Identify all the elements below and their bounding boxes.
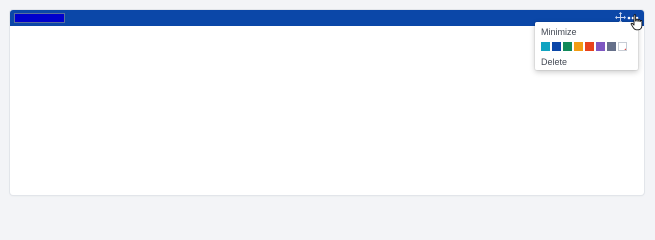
menu-item-minimize[interactable]: Minimize bbox=[541, 27, 577, 37]
color-swatch-teal[interactable] bbox=[541, 42, 550, 51]
color-swatch-orange[interactable] bbox=[574, 42, 583, 51]
color-swatch-green[interactable] bbox=[563, 42, 572, 51]
color-swatch-red-orange[interactable] bbox=[585, 42, 594, 51]
color-swatch-purple[interactable] bbox=[596, 42, 605, 51]
widget-title-input[interactable] bbox=[14, 13, 65, 23]
no-color-slash-icon bbox=[624, 48, 626, 50]
widget-options-menu: Minimize Delete bbox=[535, 22, 638, 70]
menu-item-delete[interactable]: Delete bbox=[541, 57, 567, 67]
color-swatch-none[interactable] bbox=[618, 42, 627, 51]
hand-pointer-icon bbox=[630, 14, 643, 31]
color-swatch-slate[interactable] bbox=[607, 42, 616, 51]
color-swatch-dark-blue[interactable] bbox=[552, 42, 561, 51]
